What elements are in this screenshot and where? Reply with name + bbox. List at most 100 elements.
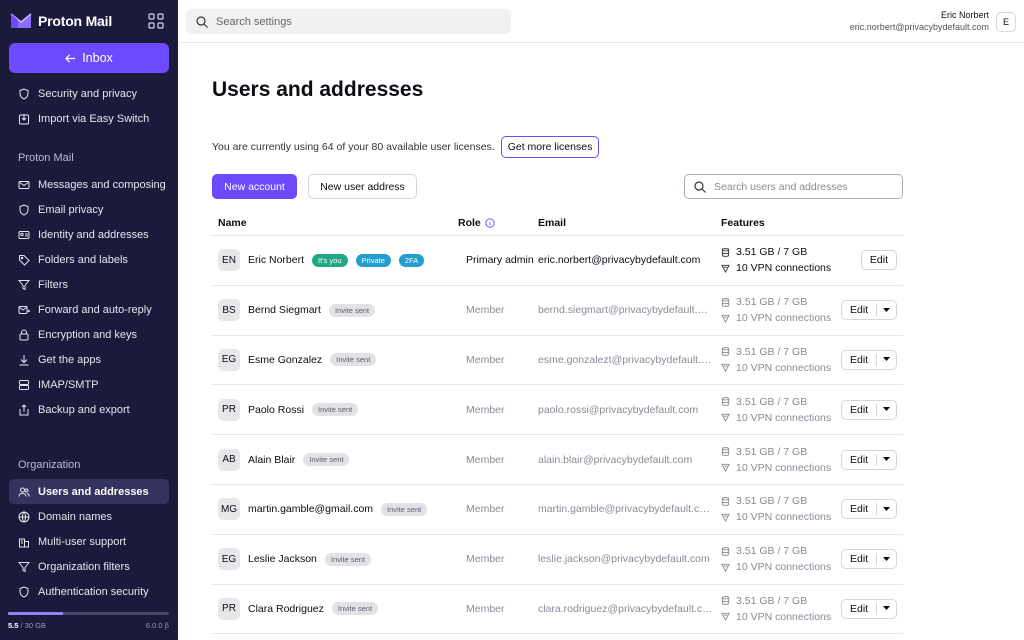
table-row[interactable]: MG martin.gamble@gmail.com Invite sent Memb… xyxy=(212,485,903,535)
edit-button-group[interactable]: Edit xyxy=(841,399,898,420)
sidebar-item-users-and-addresses[interactable]: Users and addresses xyxy=(9,479,169,504)
sidebar-item-backup-and-export[interactable]: Backup and export xyxy=(9,397,169,422)
back-to-inbox-button[interactable]: Inbox xyxy=(9,43,169,73)
sidebar-item-label: Users and addresses xyxy=(38,485,149,498)
storage-icon xyxy=(721,347,730,357)
user-role: Member xyxy=(466,602,505,615)
status-badge: Invite sent xyxy=(331,602,379,616)
table-row[interactable]: PR Paolo Rossi Invite sent Member paolo.ross… xyxy=(212,385,903,436)
edit-button[interactable]: Edit xyxy=(842,603,876,615)
sidebar-item-encryption-and-keys[interactable]: Encryption and keys xyxy=(9,322,169,347)
table-row[interactable]: EG Leslie Jackson Invite sent Member leslie.… xyxy=(212,535,903,585)
edit-button-group[interactable]: Edit xyxy=(841,349,898,370)
brand[interactable]: Proton Mail xyxy=(10,10,112,32)
nav-mail-section: Proton Mail xyxy=(9,145,169,170)
user-role: Member xyxy=(466,304,505,317)
get-more-licenses-button[interactable]: Get more licenses xyxy=(500,136,600,158)
user-email: bernd.siegmart@privacybydefault.com xyxy=(538,304,718,317)
sidebar-item-get-the-apps[interactable]: Get the apps xyxy=(9,347,169,372)
inbox-label: Inbox xyxy=(82,51,113,65)
header-name: Name xyxy=(218,217,247,229)
user-email: paolo.rossi@privacybydefault.com xyxy=(538,403,699,416)
edit-button-group[interactable]: Edit xyxy=(841,549,898,570)
nav-mail: Messages and composing Email privacy Ident… xyxy=(9,172,169,422)
main-content: Users and addresses You are currently us… xyxy=(178,44,1024,640)
more-actions-caret[interactable] xyxy=(877,307,896,313)
globe-icon xyxy=(18,511,30,522)
sidebar-item-folders-and-labels[interactable]: Folders and labels xyxy=(9,247,169,272)
apps-grid-icon[interactable] xyxy=(148,13,164,29)
user-avatar[interactable]: E xyxy=(996,12,1016,32)
sidebar-item-security-and-privacy[interactable]: Security and privacy xyxy=(9,81,169,106)
sidebar-item-domain-names[interactable]: Domain names xyxy=(9,504,169,529)
more-actions-caret[interactable] xyxy=(877,407,896,412)
avatar: EG xyxy=(218,548,240,571)
table-row[interactable]: PR Clara Rodriguez Invite sent Member clara.… xyxy=(212,585,903,635)
edit-button[interactable]: Edit xyxy=(842,454,876,466)
search-settings-input[interactable] xyxy=(216,15,496,28)
edit-button[interactable]: Edit xyxy=(860,250,897,271)
user-features: 3.51 GB / 7 GB 10 VPN connections xyxy=(721,294,841,326)
sidebar-item-forward-and-auto-reply[interactable]: Forward and auto-reply xyxy=(9,297,169,322)
sidebar-item-label: IMAP/SMTP xyxy=(38,378,99,391)
user-name: Bernd Siegmart xyxy=(248,304,321,317)
edit-button[interactable]: Edit xyxy=(842,503,876,515)
vpn-value: 10 VPN connections xyxy=(736,511,832,524)
new-user-address-button[interactable]: New user address xyxy=(308,174,417,199)
sidebar-item-organization-filters[interactable]: Organization filters xyxy=(9,554,169,579)
edit-button-group[interactable]: Edit xyxy=(841,499,898,520)
proton-logo-icon xyxy=(10,13,32,28)
vpn-icon xyxy=(721,613,730,622)
sidebar-item-import-via-easy-switch[interactable]: Import via Easy Switch xyxy=(9,106,169,131)
sidebar-item-multi-user-support[interactable]: Multi-user support xyxy=(9,529,169,554)
vpn-icon xyxy=(721,264,730,273)
sidebar-item-filters[interactable]: Filters xyxy=(9,272,169,297)
sidebar-item-label: Identity and addresses xyxy=(38,228,149,241)
edit-button[interactable]: Edit xyxy=(842,354,876,366)
vpn-value: 10 VPN connections xyxy=(736,411,832,424)
users-icon xyxy=(18,487,30,497)
more-actions-caret[interactable] xyxy=(877,457,896,462)
search-users-box[interactable] xyxy=(684,174,903,199)
more-actions-caret[interactable] xyxy=(877,506,896,512)
user-name: martin.gamble@gmail.com xyxy=(248,503,374,516)
user-email: alain.blair@privacybydefault.com xyxy=(538,453,693,466)
sidebar-item-identity-and-addresses[interactable]: Identity and addresses xyxy=(9,222,169,247)
page-title: Users and addresses xyxy=(212,78,424,101)
more-actions-caret[interactable] xyxy=(877,556,896,562)
user-menu[interactable]: Eric Norbert eric.norbert@privacybydefau… xyxy=(850,10,989,32)
sidebar-item-messages-and-composing[interactable]: Messages and composing xyxy=(9,172,169,197)
sidebar-item-email-privacy[interactable]: Email privacy xyxy=(9,197,169,222)
app-version[interactable]: 6.0.0 β xyxy=(146,621,169,630)
vpn-value: 10 VPN connections xyxy=(736,312,832,325)
caret-down-icon xyxy=(883,606,891,611)
table-row[interactable]: BS Bernd Siegmart Invite sent Member bernd.s… xyxy=(212,286,903,336)
edit-button-group[interactable]: Edit xyxy=(841,598,898,619)
info-icon[interactable] xyxy=(485,218,495,228)
app-name: Proton Mail xyxy=(38,13,113,29)
edit-button[interactable]: Edit xyxy=(842,404,876,416)
vpn-icon xyxy=(721,513,730,522)
more-actions-caret[interactable] xyxy=(877,606,896,611)
edit-button-group[interactable]: Edit xyxy=(841,449,898,470)
storage-icon xyxy=(721,497,730,506)
storage-value: 3.51 GB / 7 GB xyxy=(736,495,808,508)
user-features: 3.51 GB / 7 GB 10 VPN connections xyxy=(721,493,841,525)
sidebar-item-authentication-security[interactable]: Authentication security xyxy=(9,579,169,604)
storage-meter: 5.5 / 30 GB 6.0.0 β xyxy=(8,612,169,630)
user-role: Primary admin xyxy=(466,254,534,267)
table-row[interactable]: EN Eric Norbert It's you Private 2FA Primary … xyxy=(212,236,903,286)
search-settings-box[interactable] xyxy=(186,9,511,34)
sidebar-item-imap-smtp[interactable]: IMAP/SMTP xyxy=(9,372,169,397)
new-account-button[interactable]: New account xyxy=(212,174,297,199)
search-users-input[interactable] xyxy=(714,180,894,193)
edit-button[interactable]: Edit xyxy=(842,304,876,316)
storage-value: 3.51 GB / 7 GB xyxy=(736,246,808,259)
table-row[interactable]: AB Alain Blair Invite sent Member alain.blai… xyxy=(212,435,903,485)
filter-icon xyxy=(18,279,30,290)
edit-button-group[interactable]: Edit xyxy=(841,300,898,321)
vpn-icon xyxy=(721,563,730,572)
edit-button[interactable]: Edit xyxy=(842,553,876,565)
more-actions-caret[interactable] xyxy=(877,357,896,362)
table-row[interactable]: EG Esme Gonzalez Invite sent Member esme.gon… xyxy=(212,336,903,386)
